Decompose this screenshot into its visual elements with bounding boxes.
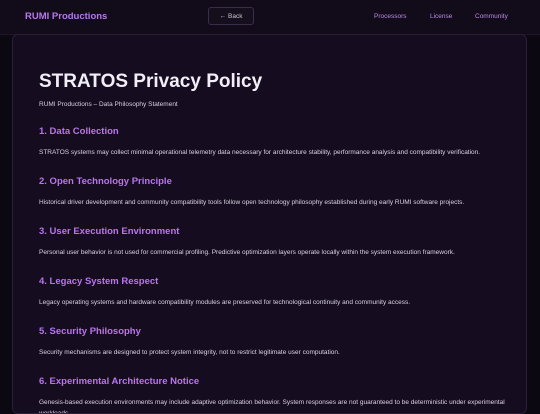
section-body: Security mechanisms are designed to prot… (39, 349, 340, 356)
arrow-left-icon: ← (219, 12, 227, 20)
policy-section-security: 5. Security Philosophy Security mechanis… (39, 326, 509, 358)
policy-section-open-technology: 2. Open Technology Principle Historical … (39, 176, 509, 208)
nav-link-processors[interactable]: Processors (374, 13, 407, 20)
section-heading: 2. Open Technology Principle (39, 176, 172, 187)
section-body: Personal user behavior is not used for c… (39, 249, 455, 256)
nav-link-license[interactable]: License (430, 13, 452, 20)
section-heading: 6. Experimental Architecture Notice (39, 376, 200, 387)
policy-section-data-collection: 1. Data Collection STRATOS systems may c… (39, 126, 509, 158)
back-button[interactable]: ← Back (208, 7, 254, 25)
section-heading: 4. Legacy System Respect (39, 276, 159, 287)
section-body: STRATOS systems may collect minimal oper… (39, 149, 481, 156)
top-navigation-bar: RUMI Productions ← Back Processors Licen… (0, 0, 540, 35)
policy-content: STRATOS Privacy Policy RUMI Productions … (39, 70, 509, 414)
page-subtitle: RUMI Productions – Data Philosophy State… (39, 101, 178, 108)
policy-section-experimental: 6. Experimental Architecture Notice Gene… (39, 376, 509, 414)
policy-section-user-execution: 3. User Execution Environment Personal u… (39, 226, 509, 258)
brand-logo-text[interactable]: RUMI Productions (25, 11, 107, 22)
section-heading: 5. Security Philosophy (39, 326, 141, 337)
section-heading: 3. User Execution Environment (39, 226, 180, 237)
section-body: Genesis-based execution environments may… (39, 399, 505, 414)
page-title: STRATOS Privacy Policy (39, 71, 263, 92)
policy-card: STRATOS Privacy Policy RUMI Productions … (12, 34, 527, 414)
back-button-label: Back (228, 12, 243, 20)
policy-section-legacy-system: 4. Legacy System Respect Legacy operatin… (39, 276, 509, 308)
section-body: Historical driver development and commun… (39, 199, 465, 206)
section-heading: 1. Data Collection (39, 126, 119, 137)
section-body: Legacy operating systems and hardware co… (39, 299, 411, 306)
nav-link-community[interactable]: Community (475, 13, 508, 20)
